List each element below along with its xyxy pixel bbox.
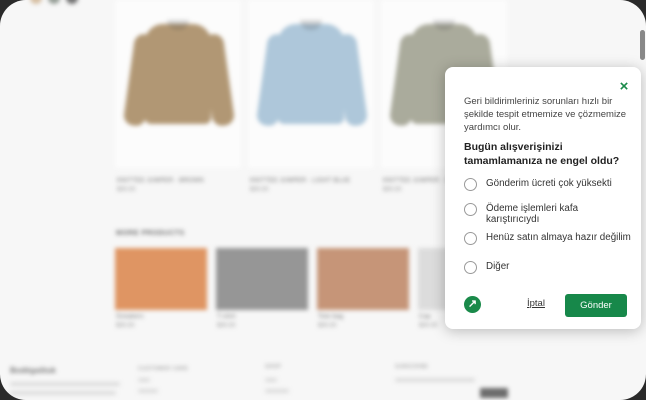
scrollbar[interactable] [640, 30, 645, 60]
option-label: Ödeme işlemleri kafa karıştırıcıydı [486, 203, 579, 225]
radio-button[interactable] [464, 178, 477, 191]
submit-button[interactable]: Gönder [565, 294, 627, 317]
option-not-ready[interactable]: Henüz satın almaya hazır değilim [464, 232, 634, 245]
dialog-intro: Geri bildirimleriniz sorunları hızlı bir… [464, 96, 627, 133]
radio-button[interactable] [464, 203, 477, 216]
app-frame: KNITTED JUMPER - BROWN $00.00 KNITTED JU… [0, 0, 646, 400]
brand-arrow-icon: ↗ [464, 296, 481, 313]
option-label: Diğer [486, 261, 510, 272]
option-label: Gönderim ücreti çok yüksekti [486, 178, 612, 189]
option-label: Henüz satın almaya hazır değilim [486, 232, 631, 243]
dialog-question: Bugün alışverişinizi tamamlamanıza ne en… [464, 141, 620, 167]
option-payment-confusing[interactable]: Ödeme işlemleri kafa karıştırıcıydı [464, 203, 634, 225]
radio-button[interactable] [464, 261, 477, 274]
cancel-button[interactable]: İptal [527, 298, 545, 309]
feedback-dialog: × Geri bildirimleriniz sorunları hızlı b… [445, 67, 641, 329]
radio-button[interactable] [464, 232, 477, 245]
close-icon[interactable]: × [617, 79, 631, 94]
option-shipping-cost[interactable]: Gönderim ücreti çok yüksekti [464, 178, 634, 191]
option-other[interactable]: Diğer [464, 261, 634, 274]
